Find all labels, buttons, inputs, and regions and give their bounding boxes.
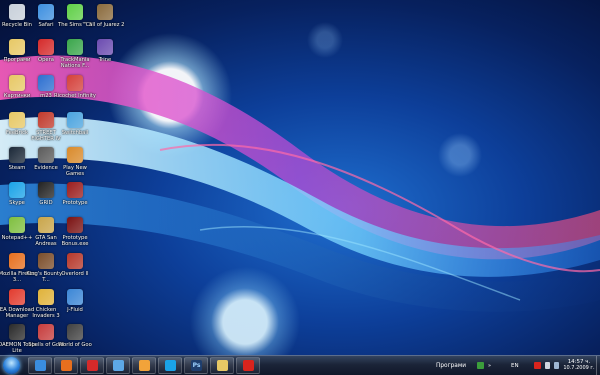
quick-launch-toolbar-label[interactable]: Програми [436,363,466,369]
taskbar-button[interactable] [106,357,130,374]
folder-icon [9,75,25,91]
desktop-icon[interactable]: Trine [88,37,122,81]
safari-icon [38,4,54,20]
prototype-bonus-icon [67,217,83,233]
ea-download-manager-icon [9,289,25,305]
sims3-icon [67,4,83,20]
play-new-games-icon [67,147,83,163]
opera-icon [87,360,98,371]
desktop-icon-label: Ricochet Infinity [54,93,97,99]
desktop-icon[interactable]: World of Goo [58,322,92,355]
windows-explorer-icon [113,360,124,371]
desktop-icon-label: Switchball [61,130,89,136]
ricochet-icon [67,75,83,91]
firefox-icon [9,253,25,269]
spells-of-gold-icon [38,324,54,340]
gta-icon [38,217,54,233]
taskbar-button[interactable] [210,357,234,374]
desktop-icon-label: Prototype Bonus.exe [61,235,89,247]
folder-icon [217,360,228,371]
world-of-goo-icon [67,324,83,340]
taskbar-button[interactable] [54,357,78,374]
show-desktop-button[interactable] [596,356,600,375]
desktop-icon-label: Call of Juarez 2 [85,22,125,28]
desktop-icon-label: Play New Games [63,165,87,177]
taskbar: Ps Програми » EN 14:57 ч. 10.7.2009 г. [0,355,600,375]
notepad-plus-icon [9,217,25,233]
desktop-icon-label: Prototype [62,200,88,206]
taskbar-button[interactable] [236,357,260,374]
kings-bounty-icon [38,253,54,269]
steam-icon [9,147,25,163]
internet-explorer-icon [35,360,46,371]
daemon-tools-icon [9,324,25,340]
taskbar-button[interactable] [132,357,156,374]
media-player-icon [139,360,150,371]
trackmania-icon [67,39,83,55]
m23-icon [38,75,54,91]
folder-icon [9,112,25,128]
grid-icon [38,182,54,198]
taskbar-button[interactable] [80,357,104,374]
taskbar-button[interactable]: Ps [184,357,208,374]
red-app-icon [243,360,254,371]
skype-icon [9,182,25,198]
call-of-juarez-icon [97,4,113,20]
network-icon[interactable] [554,362,559,369]
j-fluid-icon [67,289,83,305]
opera-icon [38,39,54,55]
clock[interactable]: 14:57 ч. 10.7.2009 г. [563,359,595,371]
desktop-icon-label: Overlord II [61,271,89,277]
start-button[interactable] [3,357,20,374]
photoshop-icon: Ps [191,360,202,371]
folder-icon [9,39,25,55]
desktop-icon-label: World of Goo [58,342,92,348]
taskbar-button[interactable] [28,357,52,374]
recycle-bin-icon [9,4,25,20]
skype-icon [165,360,176,371]
toolbar-expand-icon[interactable]: » [488,363,491,369]
evidence-icon [38,147,54,163]
toolbar-check-icon[interactable] [477,362,484,369]
street-fighter-icon [38,112,54,128]
taskbar-button[interactable] [158,357,182,374]
switchball-icon [67,112,83,128]
desktop[interactable]: Recycle Bin Safari The Sims™ 3 Call of Juar… [0,0,600,355]
clock-date: 10.7.2009 г. [563,365,595,371]
desktop-icon-label: Trine [98,57,112,63]
chicken-invaders-icon [38,289,54,305]
firefox-icon [61,360,72,371]
desktop-icon-label: J-Fluid [67,307,83,313]
trine-icon [97,39,113,55]
overlord-icon [67,253,83,269]
prototype-icon [67,182,83,198]
tray-app-icon[interactable] [534,362,541,369]
language-indicator[interactable]: EN [511,363,519,369]
volume-icon[interactable] [545,362,550,369]
